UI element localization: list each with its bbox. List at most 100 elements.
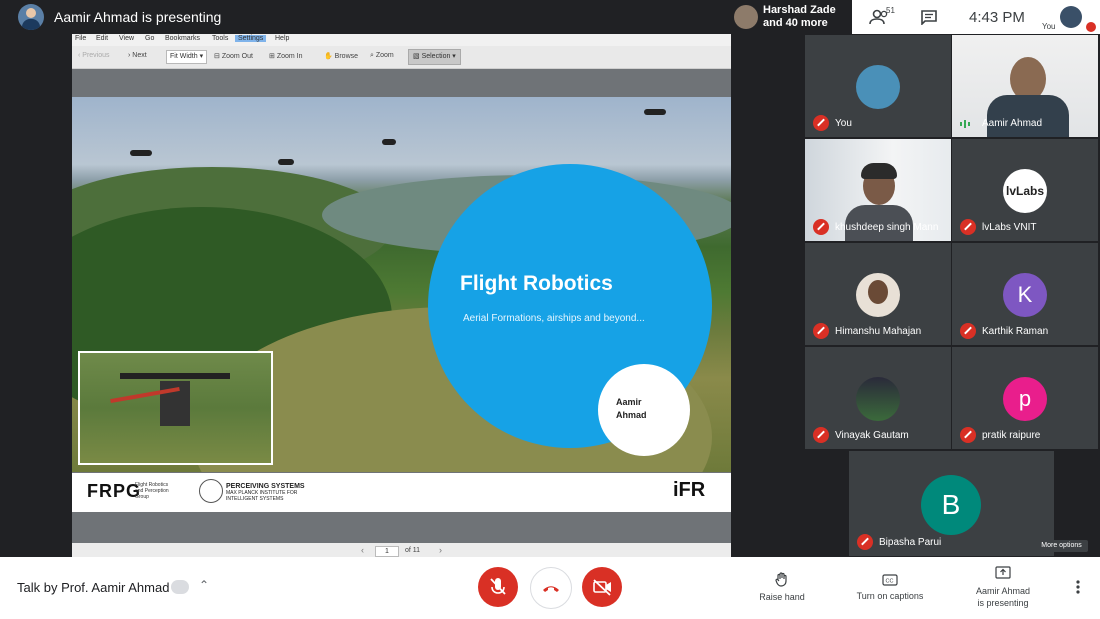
page-total-value: 11 [412,547,421,554]
zoom-label: Zoom [375,52,394,59]
fit-width-value: Fit Width [170,53,198,60]
muted-badge-icon [1086,22,1096,32]
menu-bookmarks[interactable]: Bookmarks [165,35,200,42]
zoom-in-label: Zoom In [276,53,303,60]
participant-avatar: lvLabs [1003,169,1047,213]
mic-off-icon [813,323,829,339]
participant-avatar: p [1003,377,1047,421]
drone-inset-photo [78,351,273,465]
participant-name: Himanshu Mahajan [835,326,922,337]
more-options-button[interactable] [1072,578,1084,596]
drone-arm [120,373,230,379]
participant-face [868,280,888,304]
mic-off-icon [813,427,829,443]
chat-icon[interactable] [920,9,938,25]
participant-name: Karthik Raman [982,326,1049,337]
zoom-button[interactable]: ⌕ Zoom [370,52,394,60]
presenting-title: Aamir Ahmad is presenting [54,9,222,25]
mic-off-icon [960,219,976,235]
viewer-toolbar: ‹ Previous › Next Fit Width ▾ ⊟ Zoom Out… [72,46,731,69]
zoom-out-label: Zoom Out [221,53,253,60]
prev-page-icon[interactable]: ‹ [361,545,364,555]
presenting-button[interactable]: Aamir Ahmad is presenting [963,566,1043,609]
mic-off-icon [813,219,829,235]
menu-file[interactable]: File [75,35,86,42]
drone-icon [278,159,294,165]
kebab-menu-icon [1076,580,1080,594]
participant-tile[interactable]: Vinayak Gautam [805,347,951,449]
mic-toggle-button[interactable] [478,567,518,607]
next-page-icon[interactable]: › [439,545,442,555]
participant-tile[interactable]: p pratik raipure [952,347,1098,449]
participant-tile[interactable]: Himanshu Mahajan [805,243,951,345]
captions-chip-icon [171,580,189,594]
menu-settings[interactable]: Settings [235,35,267,42]
presenting-label: Aamir Ahmad is presenting [963,585,1043,609]
participant-name: Aamir Ahmad [982,118,1043,129]
browse-button[interactable]: ✋ Browse [324,52,358,60]
captions-label: Turn on captions [856,591,924,601]
next-button[interactable]: › Next [128,52,147,59]
viewer-menubar: File Edit View Go Bookmarks Tools Settin… [72,34,731,46]
participant-avatar [856,377,900,421]
page-of-label: of [405,547,411,554]
chevron-up-icon[interactable]: ⌃ [199,578,209,592]
participant-body [987,95,1069,137]
participant-name: khushdeep singh Mann [835,222,939,233]
raise-hand-button[interactable]: Raise hand [757,571,807,602]
others-avatar [734,5,758,29]
participant-tile[interactable]: You [805,35,951,137]
browse-label: Browse [334,53,359,60]
hang-up-icon [543,586,559,592]
menu-tools[interactable]: Tools [212,35,228,42]
mpi-logo-text: PERCEIVING SYSTEMS MAX PLANCK INSTITUTE … [226,483,305,502]
participant-tile[interactable]: K Karthik Raman [952,243,1098,345]
participant-tile[interactable]: B Bipasha Parui [849,451,1054,556]
drone-icon [130,150,152,156]
page-number-input[interactable]: 1 [375,546,399,557]
participant-avatar: B [921,475,981,535]
participant-name: Vinayak Gautam [835,430,909,441]
captions-button[interactable]: CC Turn on captions [850,573,930,601]
zoom-in-button[interactable]: ⊞ Zoom In [269,52,303,60]
clock: 4:43 PM [969,9,1025,26]
svg-text:CC: CC [886,579,894,585]
menu-view[interactable]: View [119,35,134,42]
more-options-tooltip: More options [1035,540,1088,552]
slide-title: Flight Robotics [460,272,613,295]
fit-width-select[interactable]: Fit Width ▾ [166,50,208,64]
mic-off-icon [960,323,976,339]
others-line-1: Harshad Zade [763,4,836,16]
speaking-indicator-icon [960,120,972,128]
mpi-line-3: INTELLIGENT SYSTEMS [226,496,284,502]
presenter-avatar [18,4,44,30]
zoom-out-button[interactable]: ⊟ Zoom Out [214,52,253,60]
participant-tile[interactable]: khushdeep singh Mann [805,139,951,241]
slide-author: Aamir Ahmad [616,396,647,422]
participant-tile[interactable]: Aamir Ahmad [952,35,1098,137]
my-avatar[interactable] [1060,6,1082,28]
mic-off-icon [813,115,829,131]
camera-off-icon [593,579,611,596]
menu-go[interactable]: Go [145,35,154,42]
raise-hand-label: Raise hand [759,592,805,602]
selection-button[interactable]: ▧ Selection ▾ [408,49,461,65]
mic-off-icon [490,578,506,595]
slide-subtitle: Aerial Formations, airships and beyond..… [463,313,645,324]
author-line-2: Ahmad [616,410,647,420]
meeting-title[interactable]: Talk by Prof. Aamir Ahmad [17,580,169,595]
others-label: Harshad Zade and 40 more [763,4,836,30]
previous-button[interactable]: ‹ Previous [78,52,110,59]
participant-tile[interactable]: lvLabs lvLabs VNIT [952,139,1098,241]
frpg-logo-caption: Flight Robotics and Perception Group [135,482,169,500]
next-label: Next [132,52,147,59]
camera-toggle-button[interactable] [582,567,622,607]
menu-edit[interactable]: Edit [96,35,108,42]
others-line-2: and 40 more [763,17,828,29]
leave-call-button[interactable] [530,567,572,609]
viewer-pager [72,543,731,557]
menu-help[interactable]: Help [275,35,289,42]
participant-name: Bipasha Parui [879,537,942,548]
author-line-1: Aamir [616,397,642,407]
turban-shape [861,163,897,179]
